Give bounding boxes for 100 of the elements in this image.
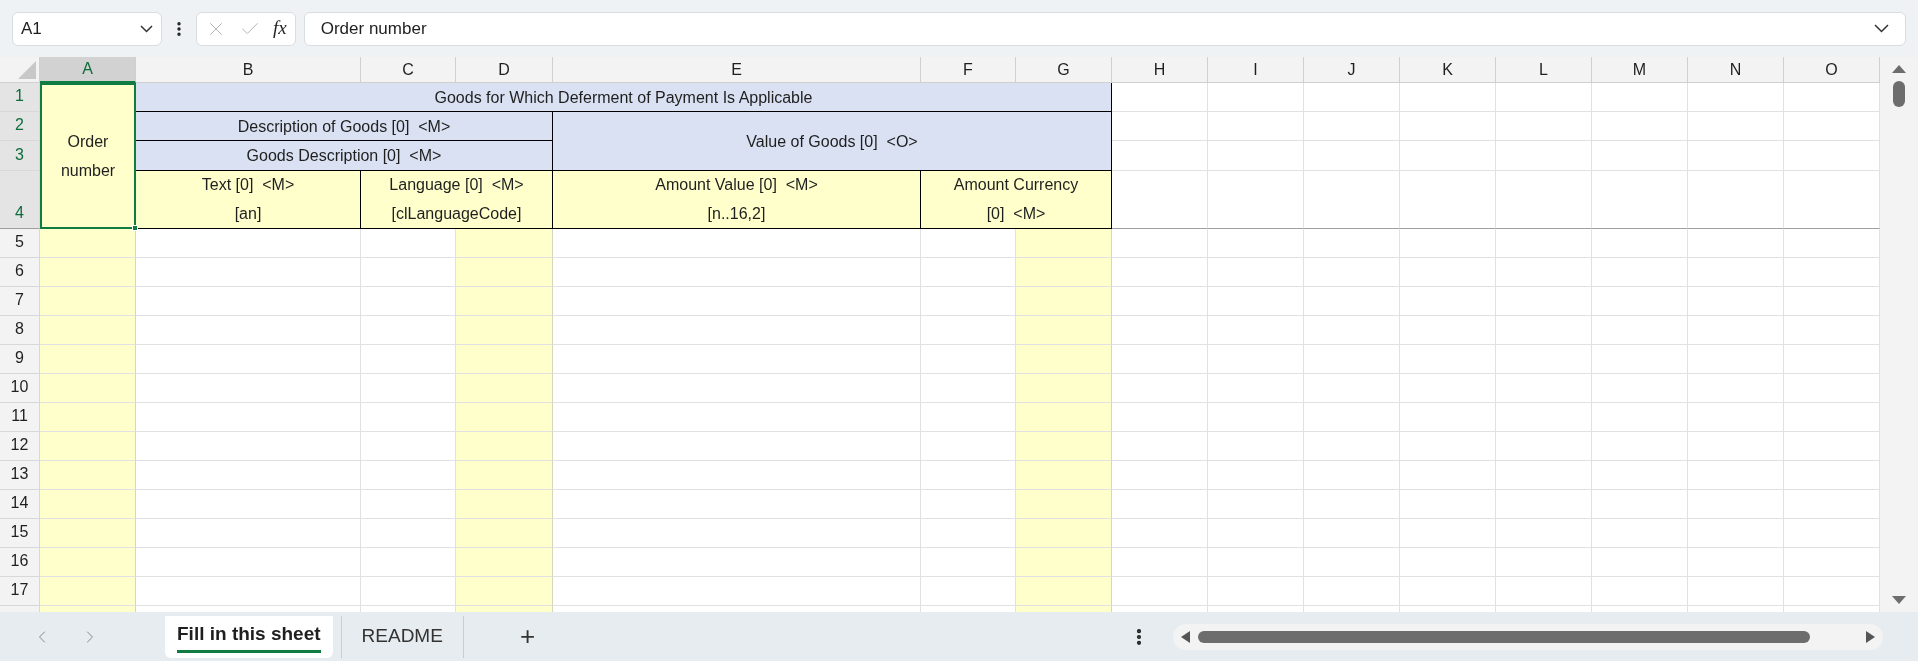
header-cell[interactable]: Language [0] <M> [clLanguageCode] [361,171,553,229]
scroll-thumb[interactable] [1893,81,1905,107]
row-header[interactable]: 6 [0,258,40,287]
grid-cell[interactable] [1208,141,1304,171]
grid-cell[interactable] [1688,345,1784,374]
row-header[interactable]: 17 [0,577,40,606]
scroll-left-icon[interactable] [1181,630,1190,643]
grid-cell[interactable] [361,490,456,519]
grid-cell[interactable] [1208,374,1304,403]
grid-cell[interactable] [1688,490,1784,519]
grid-cell[interactable] [1208,112,1304,141]
grid-cell[interactable] [1496,83,1592,112]
grid-cell[interactable] [553,519,921,548]
grid-cell[interactable] [1016,345,1112,374]
grid-cell[interactable] [136,403,361,432]
grid-cell[interactable] [361,519,456,548]
grid-cell[interactable] [1112,461,1208,490]
grid-cell[interactable] [1496,403,1592,432]
grid-cell[interactable] [1688,229,1784,258]
grid-cell[interactable] [40,403,136,432]
grid-cell[interactable] [1016,258,1112,287]
header-cell[interactable]: Value of Goods [0] <O> [553,112,1112,171]
grid-cell[interactable] [1400,403,1496,432]
column-header[interactable]: G [1016,57,1112,83]
scroll-thumb[interactable] [1198,630,1810,643]
row-header[interactable]: 12 [0,432,40,461]
horizontal-scrollbar[interactable] [1173,623,1883,650]
row-header[interactable]: 15 [0,519,40,548]
grid-cell[interactable] [1688,577,1784,606]
header-cell[interactable]: Text [0] <M> [an] [136,171,361,229]
grid-cell[interactable] [1016,432,1112,461]
grid-cell[interactable] [136,229,361,258]
grid-cell[interactable] [1784,577,1880,606]
grid-cell[interactable] [1592,577,1688,606]
grid-cell[interactable] [1688,258,1784,287]
grid-cell[interactable] [1016,548,1112,577]
grid-cell[interactable] [136,316,361,345]
grid-cell[interactable] [1400,112,1496,141]
grid-cell[interactable] [1304,432,1400,461]
grid-cell[interactable] [1496,345,1592,374]
grid-cell[interactable] [1208,403,1304,432]
grid-cell[interactable] [136,258,361,287]
grid-cell[interactable] [1688,83,1784,112]
column-header[interactable]: J [1304,57,1400,83]
row-header[interactable]: 16 [0,548,40,577]
column-header[interactable]: B [136,57,361,83]
grid-cell[interactable] [40,374,136,403]
grid-cell[interactable] [456,258,553,287]
grid-cell[interactable] [1304,316,1400,345]
grid-cell[interactable] [921,345,1016,374]
grid-cell[interactable] [456,490,553,519]
grid-cell[interactable] [456,577,553,606]
grid-cell[interactable] [1304,112,1400,141]
grid-cell[interactable] [1592,141,1688,171]
grid-cell[interactable] [1304,490,1400,519]
row-header[interactable]: 8 [0,316,40,345]
grid-cell[interactable] [1016,374,1112,403]
grid-cell[interactable] [1016,461,1112,490]
grid-cell[interactable] [553,374,921,403]
grid-cell[interactable] [361,316,456,345]
grid-cell[interactable] [1688,461,1784,490]
grid-cell[interactable] [1208,432,1304,461]
grid-cell[interactable] [136,577,361,606]
grid-cell[interactable] [40,229,136,258]
grid-cell[interactable] [1592,548,1688,577]
grid-cell[interactable] [1496,258,1592,287]
header-cell[interactable]: Amount Value [0] <M> [n..16,2] [553,171,921,229]
grid-cell[interactable] [1496,548,1592,577]
row-header[interactable]: 10 [0,374,40,403]
grid-cell[interactable] [456,432,553,461]
column-header[interactable]: F [921,57,1016,83]
row-header[interactable]: 5 [0,229,40,258]
grid-cell[interactable] [1688,374,1784,403]
grid-cell[interactable] [1112,287,1208,316]
grid-cell[interactable] [553,316,921,345]
grid-cell[interactable] [1592,258,1688,287]
grid-cell[interactable] [456,403,553,432]
grid-cell[interactable] [1208,461,1304,490]
scroll-right-icon[interactable] [1866,630,1875,643]
grid-cell[interactable] [1400,432,1496,461]
header-cell[interactable]: Goods for Which Deferment of Payment Is Applicable [136,83,1112,112]
grid-cell[interactable] [1784,461,1880,490]
grid-cell[interactable] [1304,345,1400,374]
grid-cell[interactable] [1208,258,1304,287]
grid-cell[interactable] [40,577,136,606]
grid-cell[interactable] [1016,287,1112,316]
grid-cell[interactable] [1304,229,1400,258]
grid-cell[interactable] [921,229,1016,258]
row-header[interactable]: 1 [0,83,40,112]
grid-cell[interactable] [1112,490,1208,519]
grid-cell[interactable] [1112,403,1208,432]
grid-cell[interactable] [1400,374,1496,403]
grid-cell[interactable] [921,316,1016,345]
grid-cell[interactable] [1688,432,1784,461]
grid-cell[interactable] [1784,490,1880,519]
insert-function-button[interactable]: fx [273,14,287,43]
grid-cell[interactable] [1592,374,1688,403]
grid-cell[interactable] [921,403,1016,432]
grid-cell[interactable] [1592,461,1688,490]
grid-cell[interactable] [136,374,361,403]
